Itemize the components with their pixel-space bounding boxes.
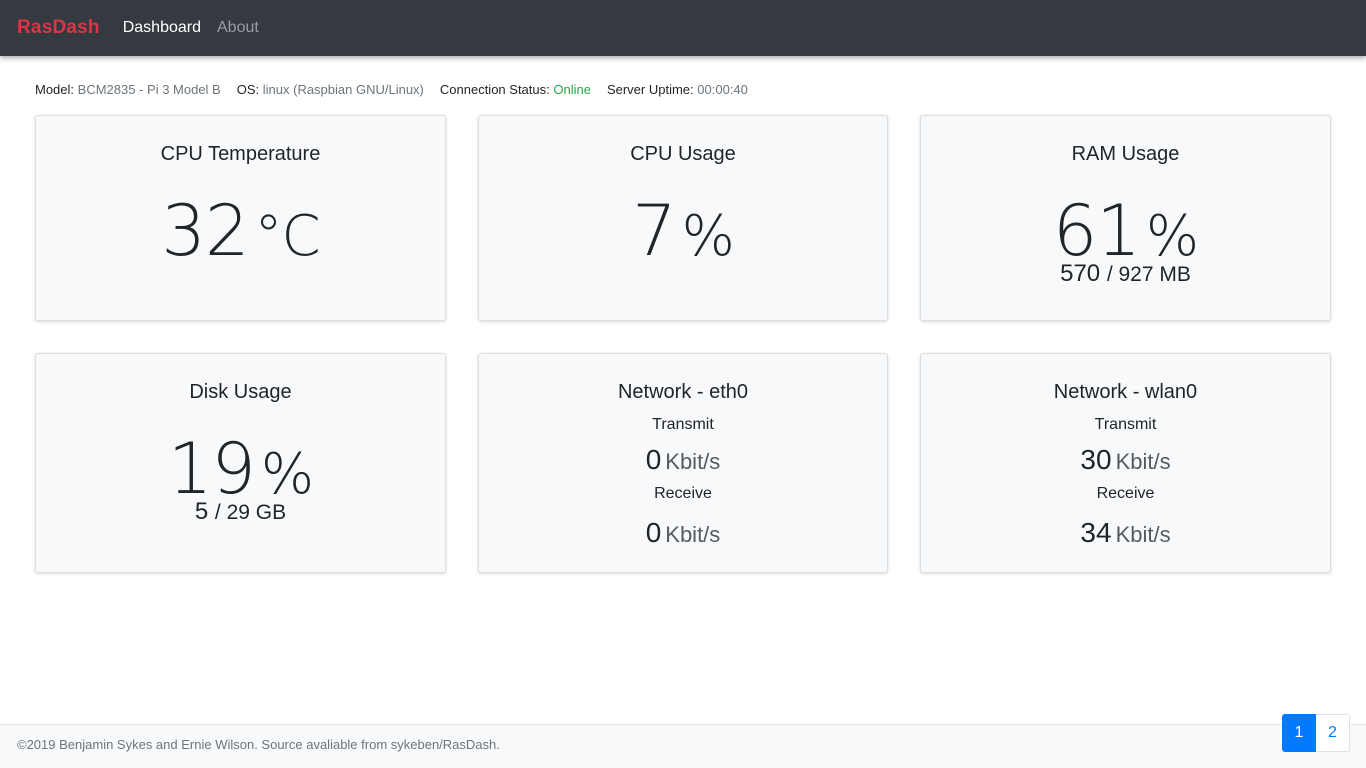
- card-title: Disk Usage: [189, 381, 292, 403]
- ram-used: 570: [1060, 260, 1101, 287]
- disk-used: 5: [194, 498, 209, 525]
- navbar: RasDash Dashboard About: [0, 0, 1366, 56]
- network-wlan0-card: Network - wlan0 Transmit 30 Kbit/s Receiv…: [920, 353, 1331, 573]
- pagination: 1 2: [1282, 714, 1350, 752]
- card-title: CPU Temperature: [160, 143, 321, 165]
- footer-copyright: ©2019 Benjamin Sykes and Ernie Wilson. S…: [17, 737, 500, 752]
- card-title: Network - wlan0: [1053, 381, 1198, 403]
- card-title: CPU Usage: [630, 143, 736, 165]
- receive-value: 0 Kbit/s: [479, 517, 887, 549]
- uptime-info: Server Uptime: 00:00:40: [607, 82, 748, 97]
- connection-label: Connection Status:: [439, 82, 550, 97]
- card-title: RAM Usage: [1071, 143, 1180, 165]
- model-info: Model: BCM2835 - Pi 3 Model B: [35, 82, 221, 97]
- receive-number: 0: [645, 517, 662, 548]
- uptime-label: Server Uptime:: [606, 82, 694, 97]
- value-unit: %: [681, 204, 735, 269]
- disk-usage-card: Disk Usage 19% 5 / 29 GB: [35, 353, 446, 573]
- nav-dashboard[interactable]: Dashboard: [123, 19, 201, 37]
- ram-usage-card: RAM Usage 61% 570 / 927 MB: [920, 115, 1331, 321]
- value-number: 7: [632, 190, 677, 272]
- disk-usage-detail: 5 / 29 GB: [36, 498, 445, 526]
- os-info: OS: linux (Raspbian GNU/Linux): [237, 82, 424, 97]
- value-unit: °C: [254, 204, 320, 269]
- ram-total: / 927 MB: [1106, 263, 1191, 286]
- transmit-label: Transmit: [652, 416, 714, 433]
- model-label: Model:: [35, 82, 75, 97]
- transmit-unit: Kbit/s: [1115, 449, 1171, 474]
- transmit-unit: Kbit/s: [665, 449, 721, 474]
- connection-info: Connection Status: Online: [440, 82, 591, 97]
- brand-logo[interactable]: RasDash: [17, 17, 100, 39]
- receive-label: Receive: [1096, 485, 1155, 502]
- value-number: 32: [161, 190, 249, 272]
- card-title: Network - eth0: [617, 381, 749, 403]
- receive-unit: Kbit/s: [1115, 522, 1171, 547]
- connection-status: Online: [553, 82, 591, 97]
- cpu-usage-value: 7%: [479, 190, 887, 272]
- receive-label: Receive: [654, 485, 712, 502]
- transmit-value: 0 Kbit/s: [479, 444, 887, 476]
- network-eth0-card: Network - eth0 Transmit 0 Kbit/s Receive …: [478, 353, 888, 573]
- transmit-number: 30: [1080, 444, 1112, 475]
- page-2-button[interactable]: 2: [1316, 714, 1350, 752]
- transmit-value: 30 Kbit/s: [921, 444, 1330, 476]
- cpu-temperature-value: 32 °C: [36, 190, 445, 272]
- uptime-value: 00:00:40: [697, 82, 748, 97]
- os-label: OS:: [236, 82, 260, 97]
- receive-number: 34: [1080, 517, 1112, 548]
- nav-about[interactable]: About: [217, 19, 259, 37]
- transmit-number: 0: [645, 444, 662, 475]
- model-value: BCM2835 - Pi 3 Model B: [77, 82, 221, 97]
- page-1-button[interactable]: 1: [1282, 714, 1316, 752]
- disk-total: / 29 GB: [214, 501, 287, 524]
- system-info-bar: Model: BCM2835 - Pi 3 Model B OS: linux …: [35, 82, 764, 97]
- transmit-label: Transmit: [1094, 416, 1157, 433]
- receive-value: 34 Kbit/s: [921, 517, 1330, 549]
- os-value: linux (Raspbian GNU/Linux): [262, 82, 424, 97]
- ram-usage-detail: 570 / 927 MB: [921, 260, 1330, 288]
- footer: ©2019 Benjamin Sykes and Ernie Wilson. S…: [0, 724, 1366, 768]
- receive-unit: Kbit/s: [665, 522, 721, 547]
- cpu-usage-card: CPU Usage 7%: [478, 115, 888, 321]
- cpu-temperature-card: CPU Temperature 32 °C: [35, 115, 446, 321]
